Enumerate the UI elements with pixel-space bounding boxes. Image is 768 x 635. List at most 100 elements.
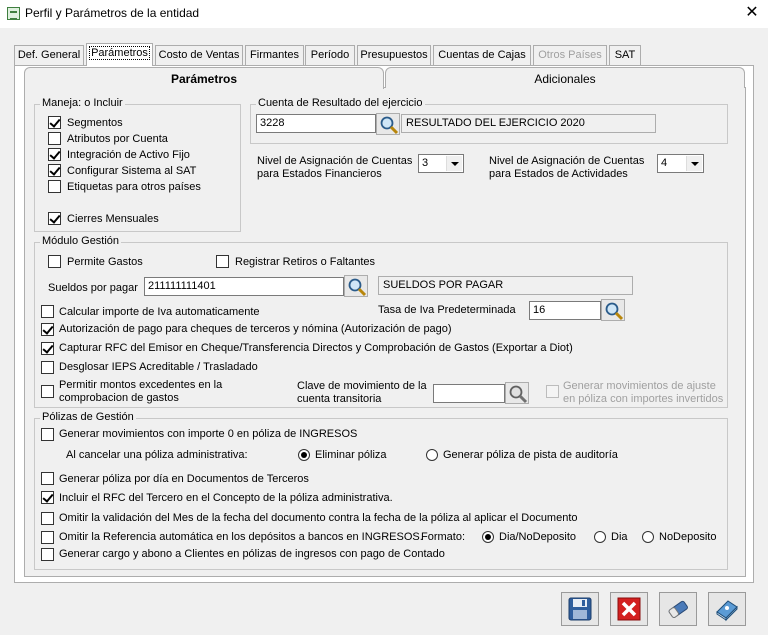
capturar-rfc-label: Capturar RFC del Emisor en Cheque/Transf… — [59, 342, 573, 354]
formato-nodeposito-label: NoDeposito — [659, 531, 717, 543]
help-button[interactable] — [708, 592, 746, 626]
omitir-mes-label: Omitir la validación del Mes de la fecha… — [59, 512, 578, 524]
nivel-financieros-value: 3 — [422, 157, 429, 169]
eliminar-poliza-label: Eliminar póliza — [315, 449, 387, 461]
nivel-actividades-label: Nivel de Asignación de Cuentas — [489, 155, 645, 167]
search-icon — [605, 302, 624, 321]
clave-movimiento-label: Clave de movimiento de la — [297, 380, 427, 392]
search-icon — [509, 385, 528, 404]
omitir-referencia-label: Omitir la Referencia automática en los d… — [59, 531, 423, 543]
cierres-mensuales-checkbox[interactable] — [48, 212, 61, 225]
clave-movimiento-label2: cuenta transitoria — [297, 393, 382, 405]
configurar-sat-checkbox[interactable] — [48, 164, 61, 177]
window-title: Perfil y Parámetros de la entidad — [25, 6, 200, 20]
app-icon — [7, 7, 20, 20]
chevron-down-icon — [446, 156, 462, 171]
permite-gastos-label: Permite Gastos — [67, 256, 143, 268]
generar-ajuste-label: Generar movimientos de ajuste — [563, 380, 716, 392]
cuenta-resultado-legend: Cuenta de Resultado del ejercicio — [256, 97, 425, 109]
sueldos-search-button[interactable] — [344, 275, 368, 297]
activo-fijo-checkbox[interactable] — [48, 148, 61, 161]
formato-dia-radio[interactable] — [594, 531, 606, 543]
autorizacion-label: Autorización de pago para cheques de ter… — [59, 323, 452, 335]
formato-dia-nodeposito-label: Dia/NoDeposito — [499, 531, 577, 543]
configurar-sat-label: Configurar Sistema al SAT — [67, 165, 197, 177]
permite-gastos-checkbox[interactable] — [48, 255, 61, 268]
segmentos-label: Segmentos — [67, 117, 123, 129]
desglosar-ieps-label: Desglosar IEPS Acreditable / Trasladado — [59, 361, 258, 373]
atributos-label: Atributos por Cuenta — [67, 133, 168, 145]
al-cancelar-label: Al cancelar una póliza administrativa: — [66, 449, 248, 461]
close-button[interactable]: ✕ — [740, 4, 764, 24]
sueldos-description: SUELDOS POR PAGAR — [378, 276, 633, 295]
importe-cero-checkbox[interactable] — [41, 428, 54, 441]
subtab-parametros[interactable]: Parámetros — [24, 67, 384, 89]
pista-auditoria-label: Generar póliza de pista de auditoría — [443, 449, 618, 461]
permitir-montos-label: Permitir montos excedentes en la — [59, 379, 223, 391]
calcular-iva-checkbox[interactable] — [41, 305, 54, 318]
cargo-abono-checkbox[interactable] — [41, 548, 54, 561]
help-book-icon — [716, 600, 738, 622]
registrar-retiros-checkbox[interactable] — [216, 255, 229, 268]
incluir-rfc-label: Incluir el RFC del Tercero en el Concept… — [59, 492, 393, 504]
clave-movimiento-search-button[interactable] — [505, 382, 529, 404]
por-dia-checkbox[interactable] — [41, 472, 54, 485]
permitir-montos-label2: comprobacion de gastos — [59, 392, 179, 404]
importe-cero-label: Generar movimientos con importe 0 en pól… — [59, 428, 358, 440]
omitir-mes-checkbox[interactable] — [41, 512, 54, 525]
maneja-legend: Maneja: o Incluir — [40, 97, 125, 109]
tab-sat[interactable]: SAT — [609, 45, 641, 65]
search-icon — [380, 116, 399, 135]
nivel-actividades-select[interactable]: 4 — [657, 154, 704, 173]
save-icon — [568, 597, 592, 621]
tasa-iva-label: Tasa de Iva Predeterminada — [378, 304, 516, 316]
permitir-montos-checkbox[interactable] — [41, 385, 54, 398]
tab-firmantes[interactable]: Firmantes — [245, 45, 304, 65]
etiquetas-checkbox[interactable] — [48, 180, 61, 193]
eraser-icon — [668, 600, 688, 618]
tab-presupuestos[interactable]: Presupuestos — [357, 45, 431, 65]
nivel-actividades-label2: para Estados de Actividades — [489, 168, 628, 180]
eliminar-poliza-radio[interactable] — [298, 449, 310, 461]
pista-auditoria-radio[interactable] — [426, 449, 438, 461]
tasa-iva-search-button[interactable] — [601, 299, 625, 321]
atributos-checkbox[interactable] — [48, 132, 61, 145]
polizas-gestion-legend: Pólizas de Gestión — [40, 411, 136, 423]
tasa-iva-input[interactable]: 16 — [529, 301, 601, 320]
activo-fijo-label: Integración de Activo Fijo — [67, 149, 190, 161]
chevron-down-icon — [686, 156, 702, 171]
sueldos-input[interactable]: 211111111401 — [144, 277, 344, 296]
nivel-financieros-label: Nivel de Asignación de Cuentas — [257, 155, 413, 167]
tab-periodo[interactable]: Período — [305, 45, 355, 65]
tab-costo-de-ventas[interactable]: Costo de Ventas — [155, 45, 243, 65]
autorizacion-checkbox[interactable] — [41, 323, 54, 336]
segmentos-checkbox[interactable] — [48, 116, 61, 129]
cuenta-resultado-description: RESULTADO DEL EJERCICIO 2020 — [401, 114, 656, 133]
tab-parametros-label: Parámetros — [89, 46, 150, 60]
nivel-actividades-value: 4 — [661, 157, 668, 169]
tab-parametros[interactable]: Parámetros — [86, 43, 153, 66]
cancel-button[interactable] — [610, 592, 648, 626]
desglosar-ieps-checkbox[interactable] — [41, 361, 54, 374]
tab-def-general[interactable]: Def. General — [14, 45, 84, 65]
nivel-financieros-select[interactable]: 3 — [418, 154, 464, 173]
formato-nodeposito-radio[interactable] — [642, 531, 654, 543]
clave-movimiento-input[interactable] — [433, 384, 505, 403]
cancel-icon — [617, 597, 641, 621]
formato-dia-nodeposito-radio[interactable] — [482, 531, 494, 543]
sueldos-label: Sueldos por pagar — [48, 282, 138, 294]
por-dia-label: Generar póliza por día en Documentos de … — [59, 473, 309, 485]
incluir-rfc-checkbox[interactable] — [41, 491, 54, 504]
generar-ajuste-label2: en póliza con importes invertidos — [563, 393, 724, 405]
subtab-adicionales[interactable]: Adicionales — [385, 67, 745, 88]
generar-ajuste-checkbox — [546, 385, 559, 398]
nivel-financieros-label2: para Estados Financieros — [257, 168, 382, 180]
eraser-button[interactable] — [659, 592, 697, 626]
cuenta-resultado-input[interactable]: 3228 — [256, 114, 376, 133]
tab-cuentas-de-cajas[interactable]: Cuentas de Cajas — [433, 45, 531, 65]
cuenta-resultado-search-button[interactable] — [376, 113, 400, 135]
save-button[interactable] — [561, 592, 599, 626]
capturar-rfc-checkbox[interactable] — [41, 342, 54, 355]
formato-label: Formato: — [421, 531, 466, 543]
omitir-referencia-checkbox[interactable] — [41, 531, 54, 544]
